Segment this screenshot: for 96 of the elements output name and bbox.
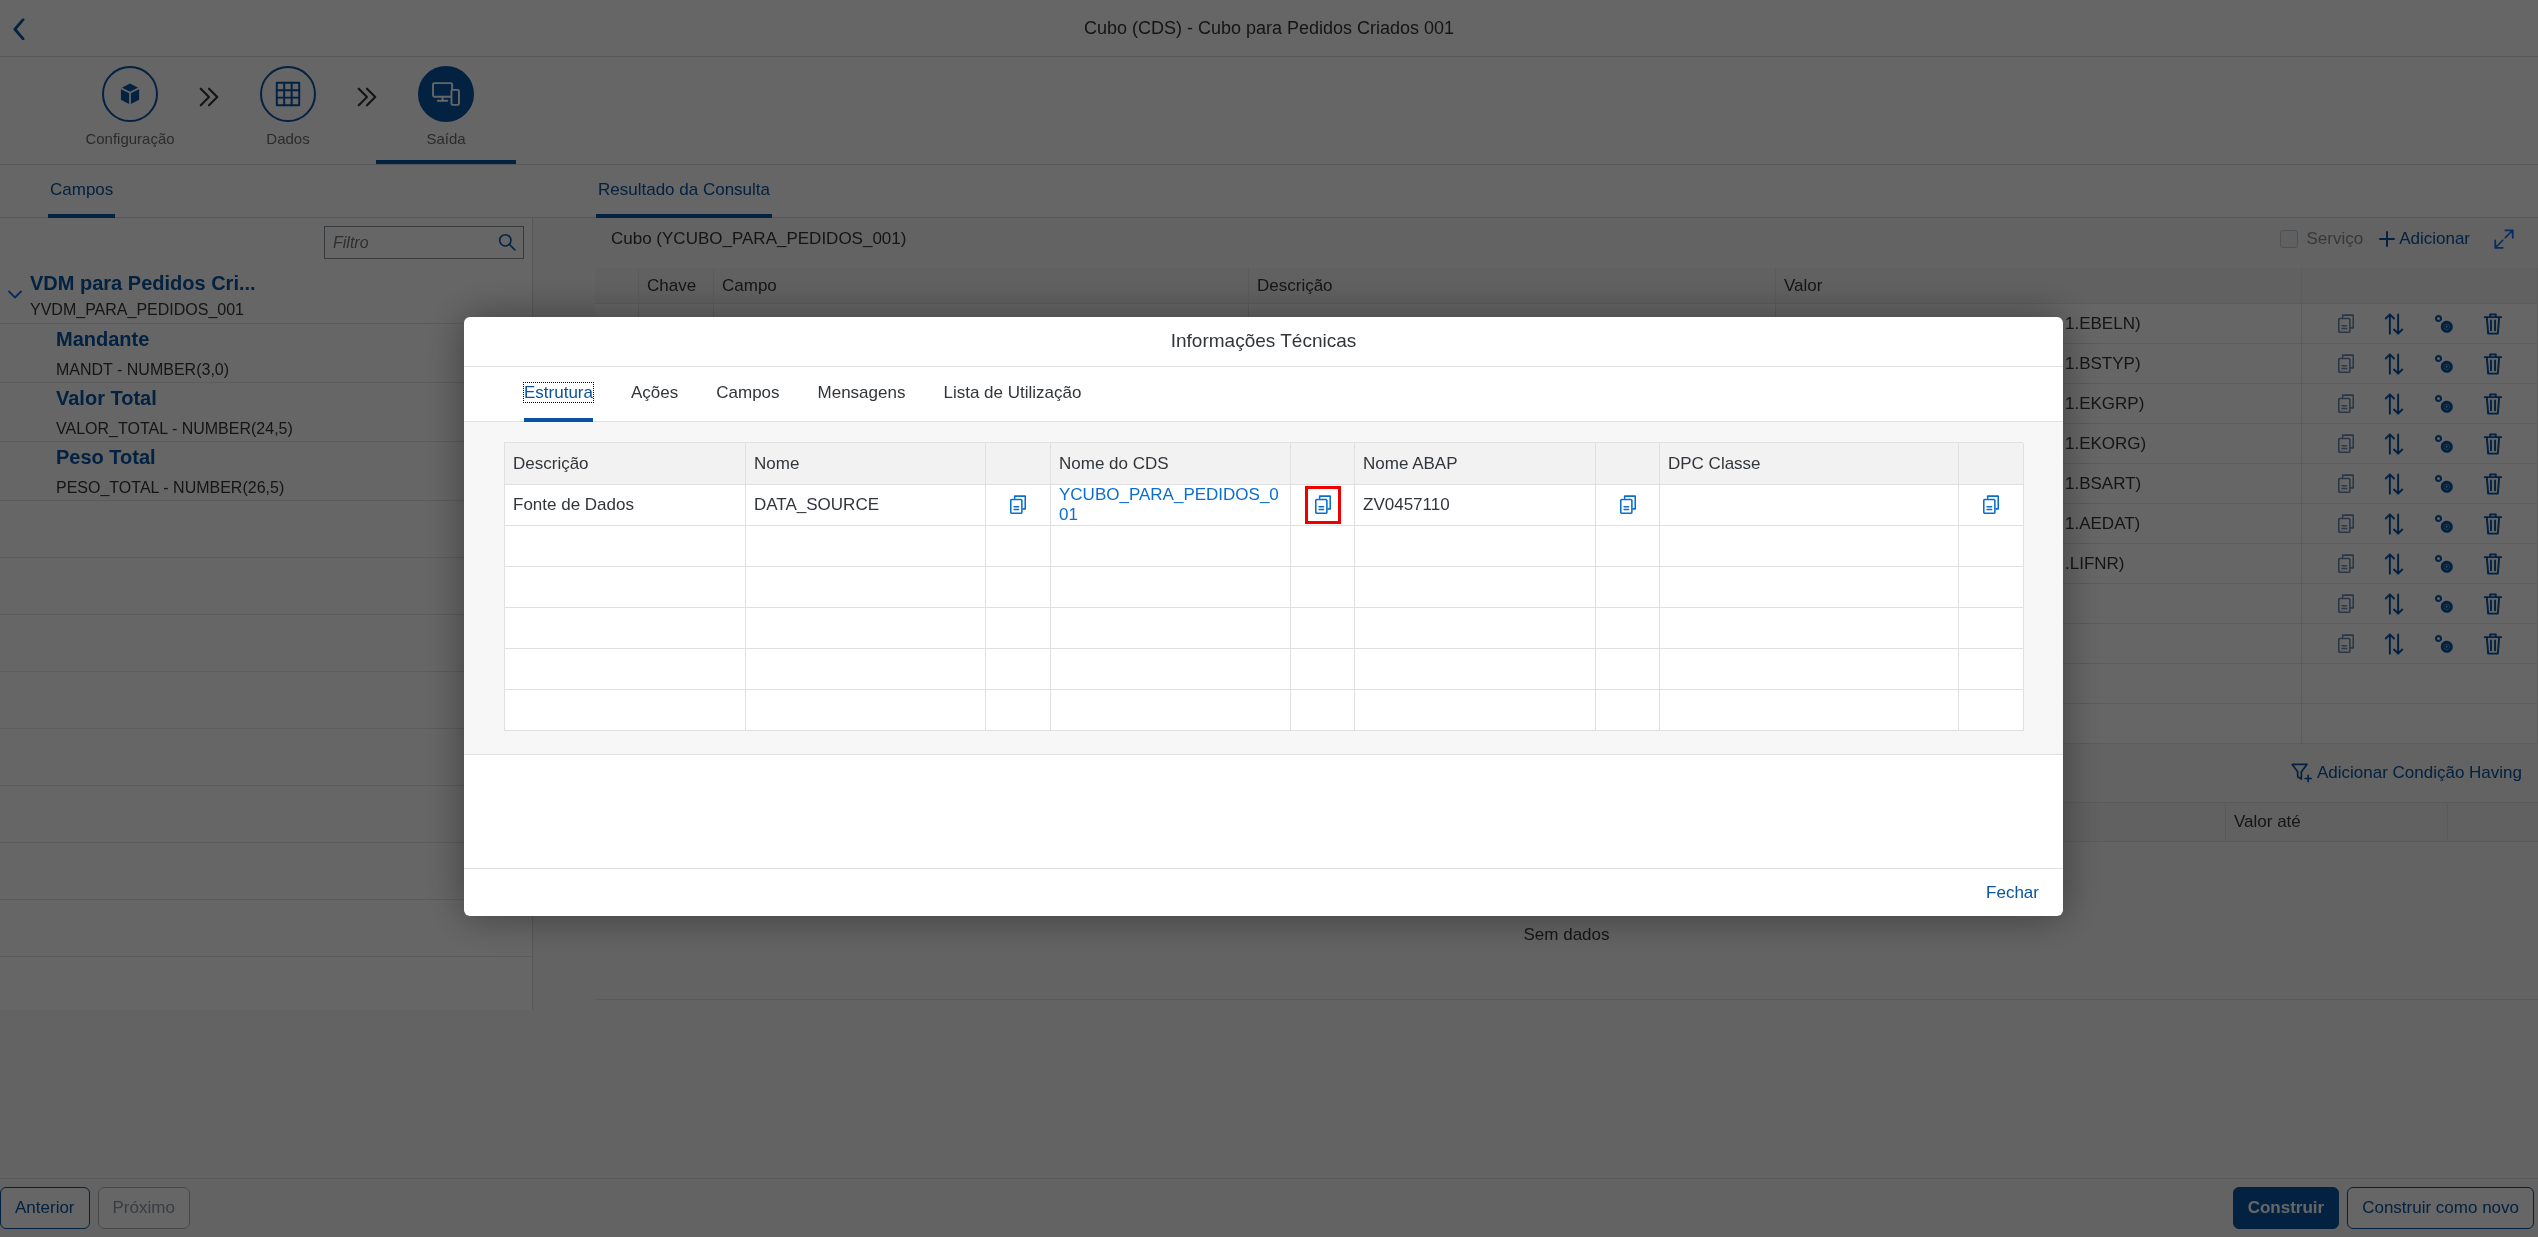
copy-icon	[1009, 495, 1027, 515]
gears-icon[interactable]	[2432, 312, 2455, 335]
table-cell	[986, 567, 1051, 608]
wizard-step[interactable]: Dados	[218, 56, 358, 164]
sort-icon[interactable]	[2382, 352, 2405, 375]
trash-icon[interactable]	[2482, 432, 2503, 455]
sort-icon[interactable]	[2382, 592, 2405, 615]
plus-icon	[2379, 231, 2396, 247]
copy-icon[interactable]	[2336, 513, 2355, 534]
trash-icon[interactable]	[2482, 352, 2503, 375]
wizard-step[interactable]: Configuração	[60, 56, 200, 164]
table-cell	[986, 608, 1051, 649]
sort-icon[interactable]	[2382, 512, 2405, 535]
chevron-down-icon[interactable]	[8, 290, 22, 300]
copy-icon[interactable]	[2336, 313, 2355, 334]
table-cell	[1596, 649, 1660, 690]
double-chevron-icon	[356, 87, 378, 108]
double-chevron-icon	[198, 87, 220, 108]
footer-button[interactable]: Construir como novo	[2347, 1187, 2534, 1229]
field-type: VALOR_TOTAL - NUMBER(24,5)	[56, 419, 294, 439]
copy-icon[interactable]	[2336, 393, 2355, 414]
copy-icon	[1618, 495, 1637, 515]
table-title: Cubo (YCUBO_PARA_PEDIDOS_001)	[611, 228, 907, 251]
gears-icon[interactable]	[2432, 512, 2455, 535]
grid-icon	[274, 79, 302, 108]
column-header: Valor até	[2226, 803, 2448, 841]
gears-icon[interactable]	[2432, 392, 2455, 415]
copy-icon[interactable]	[2336, 553, 2355, 574]
no-data-text: Sem dados	[1523, 924, 1610, 946]
add-having-condition-button[interactable]: Adicionar Condição Having	[2290, 760, 2522, 786]
page-title: Cubo (CDS) - Cubo para Pedidos Criados 001	[1083, 16, 1455, 40]
trash-icon[interactable]	[2482, 312, 2503, 335]
footer-button[interactable]: Anterior	[0, 1187, 90, 1229]
cds-name-link[interactable]: YCUBO_PARA_PEDIDOS_001	[1059, 485, 1282, 525]
sort-icon[interactable]	[2382, 632, 2405, 655]
table-cell	[1596, 608, 1660, 649]
search-icon	[498, 233, 516, 251]
sort-icon[interactable]	[2382, 472, 2405, 495]
copy-icon[interactable]	[2336, 633, 2355, 654]
trash-icon[interactable]	[2482, 472, 2503, 495]
table-cell: Fonte de Dados	[505, 485, 746, 526]
add-button[interactable]: Adicionar	[2379, 226, 2470, 252]
field-type: PESO_TOTAL - NUMBER(26,5)	[56, 478, 286, 498]
copy-icon	[1313, 495, 1332, 515]
column-header: Nome ABAP	[1355, 443, 1596, 485]
dialog-tab[interactable]: Mensagens	[817, 367, 906, 422]
gears-icon[interactable]	[2432, 632, 2455, 655]
copy-icon[interactable]	[2336, 353, 2355, 374]
gears-icon[interactable]	[2432, 472, 2455, 495]
table-cell	[1291, 608, 1355, 649]
trash-icon[interactable]	[2482, 552, 2503, 575]
build-button[interactable]: Construir	[2232, 1187, 2340, 1229]
filter-plus-icon	[2290, 763, 2313, 783]
column-header: DPC Classe	[1660, 443, 1959, 485]
trash-icon[interactable]	[2482, 632, 2503, 655]
table-cell	[986, 649, 1051, 690]
column-header: Descrição	[1249, 268, 1776, 304]
table-cell	[1596, 567, 1660, 608]
dialog-tab[interactable]: Ações	[631, 367, 679, 422]
devices-icon	[431, 79, 461, 108]
table-cell: DATA_SOURCE	[746, 485, 986, 526]
dialog-tab[interactable]: Lista de Utilização	[943, 367, 1082, 422]
copy-icon[interactable]	[2336, 473, 2355, 494]
sort-icon[interactable]	[2382, 312, 2405, 335]
back-icon	[12, 17, 26, 40]
gears-icon[interactable]	[2432, 352, 2455, 375]
column-header: Campo	[714, 268, 1249, 304]
trash-icon[interactable]	[2482, 392, 2503, 415]
tree-node-title[interactable]: VDM para Pedidos Cri...	[30, 268, 256, 298]
column-header: Chave	[639, 268, 714, 304]
dialog-title: Informações Técnicas	[1170, 329, 1357, 354]
sort-icon[interactable]	[2382, 392, 2405, 415]
gears-icon[interactable]	[2432, 432, 2455, 455]
gears-icon[interactable]	[2432, 552, 2455, 575]
table-cell: ZV0457110	[1355, 485, 1596, 526]
close-button[interactable]: Fechar	[1986, 879, 2039, 906]
gears-icon[interactable]	[2432, 592, 2455, 615]
copy-icon[interactable]	[2336, 433, 2355, 454]
column-header: Nome do CDS	[1051, 443, 1291, 485]
tree-node-subtitle: YVDM_PARA_PEDIDOS_001	[30, 300, 245, 320]
column-header: Nome	[746, 443, 986, 485]
panel-tab[interactable]: Resultado da Consulta	[596, 165, 772, 218]
column-header: Descrição	[505, 443, 746, 485]
table-cell	[1291, 567, 1355, 608]
sort-icon[interactable]	[2382, 552, 2405, 575]
table-cell	[1291, 649, 1355, 690]
sort-icon[interactable]	[2382, 432, 2405, 455]
dialog-tab[interactable]: Campos	[716, 367, 780, 422]
trash-icon[interactable]	[2482, 592, 2503, 615]
copy-icon	[1982, 495, 2000, 515]
field-type: MANDT - NUMBER(3,0)	[56, 360, 231, 380]
copy-icon[interactable]	[2336, 593, 2355, 614]
copy-button[interactable]	[1307, 489, 1338, 521]
expand-icon[interactable]	[2494, 229, 2514, 249]
trash-icon[interactable]	[2482, 512, 2503, 535]
column-header: Valor	[1776, 268, 2302, 304]
